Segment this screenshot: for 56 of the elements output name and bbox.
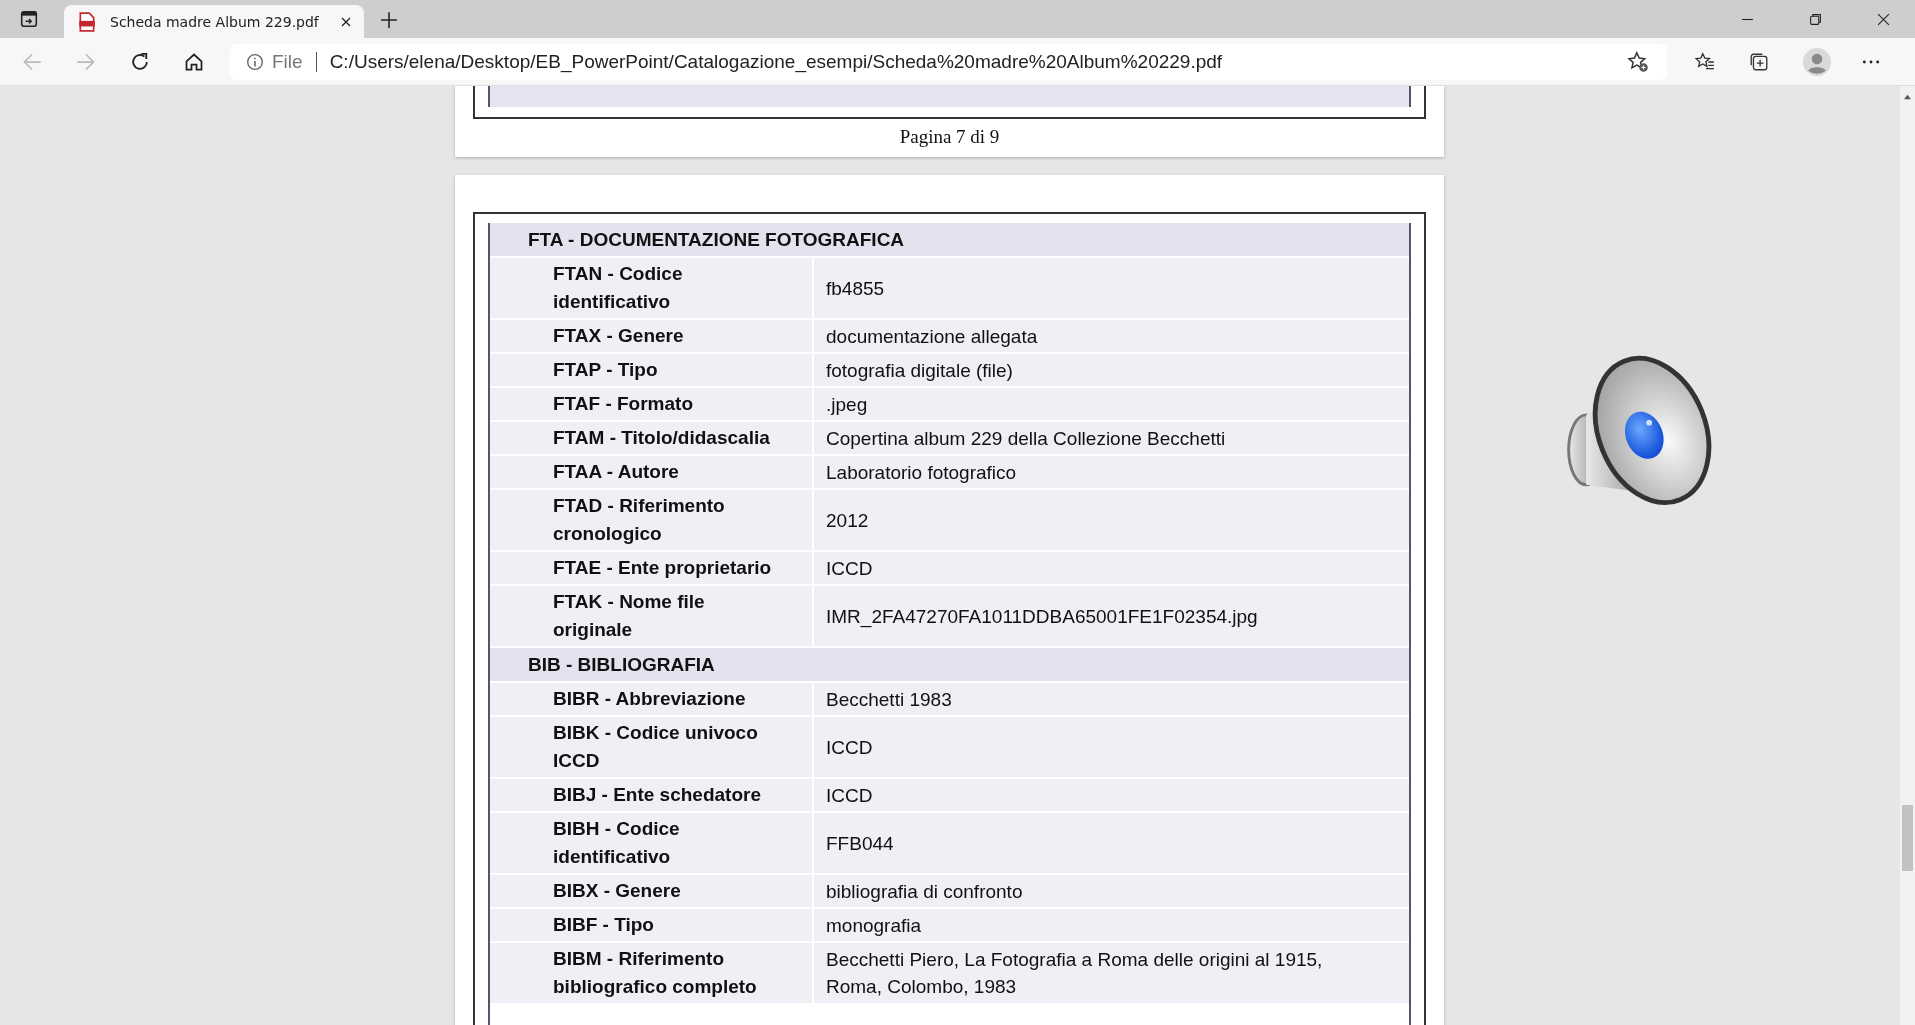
info-icon (246, 52, 264, 71)
favorites-icon[interactable] (1695, 51, 1715, 72)
home-icon[interactable] (184, 51, 204, 72)
field-value: IMR_2FA47270FA1011DDBA65001FE1F02354.jpg (825, 604, 1259, 630)
refresh-icon[interactable] (130, 51, 150, 72)
new-tab-icon[interactable] (380, 11, 398, 29)
field-label: BIBH - Codice identificativo (490, 813, 814, 873)
scroll-thumb[interactable] (1902, 805, 1913, 871)
field-label: BIBJ - Ente schedatore (490, 779, 814, 811)
field-value: Becchetti 1983 (825, 687, 953, 712)
field-label: FTAM - Titolo/didascalia (490, 422, 814, 454)
field-value: monografia (825, 913, 923, 938)
field-label: FTAP - Tipo (490, 354, 814, 386)
field-label: BIBX - Genere (490, 875, 814, 907)
collections-icon[interactable] (1749, 51, 1769, 72)
section-header: FTA - DOCUMENTAZIONE FOTOGRAFICA (490, 223, 1409, 258)
field-value: Laboratorio fotografico (825, 460, 1018, 485)
field-value: FFB044 (825, 831, 895, 856)
field-label: FTAK - Nome file originale (490, 586, 814, 646)
field-label: FTAN - Codice identificativo (490, 258, 814, 318)
field-value: fotografia digitale (file) (825, 358, 1014, 383)
field-value: .jpeg (825, 392, 869, 417)
field-label: BIBM - Riferimento bibliografico completo (490, 943, 814, 1003)
field-label: FTAD - Riferimento cronologico (490, 490, 814, 550)
profile-avatar-icon[interactable] (1803, 47, 1831, 76)
section-header: BIB - BIBLIOGRAFIA (490, 648, 1409, 683)
field-value: fb4855 (825, 276, 886, 301)
address-bar[interactable]: File C:/Users/elena/Desktop/EB_PowerPoint/Catalogazione_esempi/Scheda%20madre%20Album%20229.pdf (230, 43, 1667, 80)
field-value: 2012 (825, 508, 870, 533)
tab-actions-icon[interactable] (20, 10, 38, 28)
field-label: BIBK - Codice univoco ICCD (490, 717, 814, 777)
field-label: BIBR - Abbreviazione (490, 683, 814, 715)
pdf-file-icon (78, 11, 96, 32)
tab-title: Scheda madre Album 229.pdf (110, 13, 320, 30)
field-value: ICCD (825, 783, 874, 808)
url-text: C:/Users/elena/Desktop/EB_PowerPoint/Catalogazione_esempi/Scheda%20madre%20Album%20229.pdf (329, 50, 1223, 73)
restore-icon[interactable] (1809, 13, 1822, 26)
field-label: FTAA - Autore (490, 456, 814, 488)
browser-tab[interactable]: Scheda madre Album 229.pdf (64, 5, 364, 38)
field-value: Copertina album 229 della Collezione Becchetti (825, 426, 1227, 451)
add-favorite-icon[interactable] (1627, 50, 1649, 73)
field-value: ICCD (825, 735, 874, 760)
field-label: BIBF - Tipo (490, 909, 814, 941)
page-footer: Pagina 7 di 9 (455, 126, 1444, 148)
field-value: Becchetti Piero, La Fotografia a Roma delle origini al 1915, Roma, Colombo, 1983 (825, 948, 1324, 999)
field-value: bibliografia di confronto (825, 879, 1024, 904)
close-icon[interactable] (340, 15, 352, 28)
scroll-up-icon[interactable] (1903, 93, 1912, 100)
scheme-label: File (272, 50, 303, 73)
field-value: documentazione allegata (825, 324, 1039, 349)
close-icon[interactable] (1877, 13, 1890, 26)
field-label: FTAF - Formato (490, 388, 814, 420)
field-label: FTAX - Genere (490, 320, 814, 352)
field-value: ICCD (825, 556, 874, 581)
field-label: FTAE - Ente proprietario (490, 552, 814, 584)
scrollbar[interactable] (1900, 86, 1915, 1025)
